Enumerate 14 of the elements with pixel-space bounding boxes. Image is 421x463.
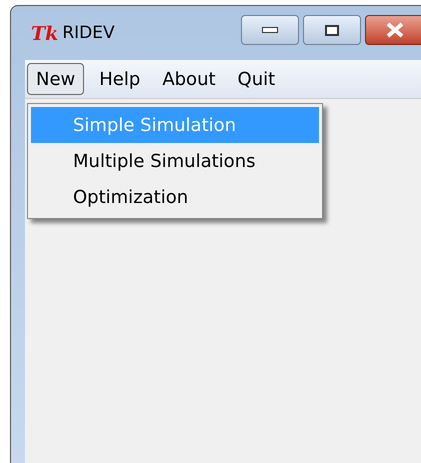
menu-item[interactable]: Quit [230, 63, 282, 95]
maximize-icon [325, 24, 339, 36]
minimize-icon [262, 27, 278, 33]
app-logo: Tk [31, 24, 58, 44]
menu-item[interactable]: About [155, 63, 223, 95]
menu-item[interactable]: New [27, 63, 84, 95]
close-icon [385, 22, 405, 38]
close-button[interactable] [365, 15, 421, 45]
window-title: RIDEV [62, 22, 115, 46]
menu-item[interactable]: Help [92, 63, 148, 95]
minimize-button[interactable] [241, 15, 299, 45]
dropdown-item[interactable]: Multiple Simulations [31, 143, 319, 179]
dropdown-item[interactable]: Optimization [31, 179, 319, 215]
maximize-button[interactable] [303, 15, 361, 45]
